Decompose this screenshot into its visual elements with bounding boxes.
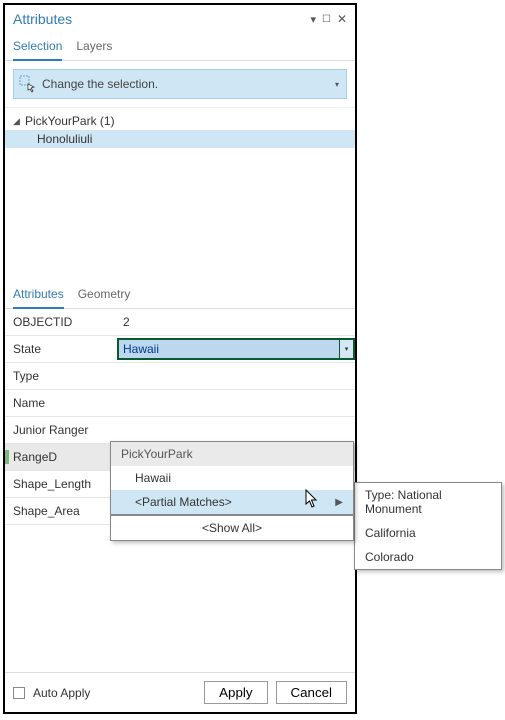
state-value: Hawaii — [123, 342, 159, 356]
tab-layers[interactable]: Layers — [76, 35, 112, 60]
attributes-panel: Attributes ▾ ☐ ✕ Selection Layers Change… — [3, 3, 357, 714]
maximize-icon[interactable]: ☐ — [322, 14, 331, 25]
tree-feature-row[interactable]: Honoluliuli — [5, 130, 355, 148]
dropdown-item-label: Hawaii — [135, 471, 171, 485]
change-selection-dropdown[interactable]: Change the selection. ▾ — [13, 69, 347, 99]
mid-tabs: Attributes Geometry — [5, 277, 355, 309]
auto-apply-checkbox[interactable] — [13, 687, 25, 699]
attr-row-name[interactable]: Name — [5, 390, 355, 417]
panel-title: Attributes — [13, 11, 72, 27]
attr-row-type[interactable]: Type — [5, 363, 355, 390]
selection-tool-icon — [14, 75, 42, 93]
titlebar: Attributes ▾ ☐ ✕ — [5, 5, 355, 31]
attr-row-objectid[interactable]: OBJECTID 2 — [5, 309, 355, 336]
auto-apply-label: Auto Apply — [33, 686, 196, 700]
apply-button[interactable]: Apply — [204, 681, 267, 704]
attr-key: Type — [5, 369, 117, 383]
tab-geometry[interactable]: Geometry — [78, 283, 131, 308]
footer: Auto Apply Apply Cancel — [5, 672, 355, 712]
tree-layer-label: PickYourPark (1) — [25, 114, 115, 128]
state-combobox[interactable]: Hawaii ▾ — [117, 338, 355, 360]
dropdown-partial-matches[interactable]: <Partial Matches> ▶ — [111, 490, 353, 514]
attr-key: OBJECTID — [5, 315, 117, 329]
menu-icon[interactable]: ▾ — [310, 13, 316, 26]
attr-row-state[interactable]: State Hawaii ▾ — [5, 336, 355, 363]
submenu-item[interactable]: California — [355, 521, 501, 545]
attr-row-junior-ranger[interactable]: Junior Ranger — [5, 417, 355, 444]
attr-key: RangeD — [5, 450, 117, 464]
close-icon[interactable]: ✕ — [337, 12, 347, 26]
chevron-right-icon: ▶ — [335, 497, 343, 508]
submenu-item[interactable]: Type: National Monument — [355, 483, 501, 521]
cancel-button[interactable]: Cancel — [276, 681, 348, 704]
submenu-item[interactable]: Colorado — [355, 545, 501, 569]
attr-key: Shape_Length — [5, 477, 117, 491]
chevron-down-icon: ▾ — [328, 80, 346, 89]
top-tabs: Selection Layers — [5, 31, 355, 61]
attr-key: State — [5, 342, 117, 356]
attr-key: Junior Ranger — [5, 423, 117, 437]
dropdown-header: PickYourPark — [111, 442, 353, 466]
tree-feature-label: Honoluliuli — [37, 132, 92, 146]
partial-matches-submenu: Type: National Monument California Color… — [354, 482, 502, 570]
change-selection-label: Change the selection. — [42, 77, 328, 91]
tab-selection[interactable]: Selection — [13, 35, 62, 61]
dropdown-item-label: <Show All> — [202, 521, 262, 535]
attr-key: Name — [5, 396, 117, 410]
tab-attributes[interactable]: Attributes — [13, 283, 64, 309]
dropdown-item[interactable]: Hawaii — [111, 466, 353, 490]
attr-value: 2 — [117, 315, 355, 329]
chevron-down-icon[interactable]: ▾ — [339, 340, 353, 358]
tree-layer-row[interactable]: ◢ PickYourPark (1) — [5, 112, 355, 130]
state-dropdown-popup: PickYourPark Hawaii <Partial Matches> ▶ … — [110, 441, 354, 541]
caret-down-icon[interactable]: ◢ — [13, 116, 25, 127]
attr-key: Shape_Area — [5, 504, 117, 518]
dropdown-show-all[interactable]: <Show All> — [111, 514, 353, 540]
feature-tree[interactable]: ◢ PickYourPark (1) Honoluliuli — [5, 107, 355, 277]
dropdown-item-label: <Partial Matches> — [135, 495, 232, 509]
